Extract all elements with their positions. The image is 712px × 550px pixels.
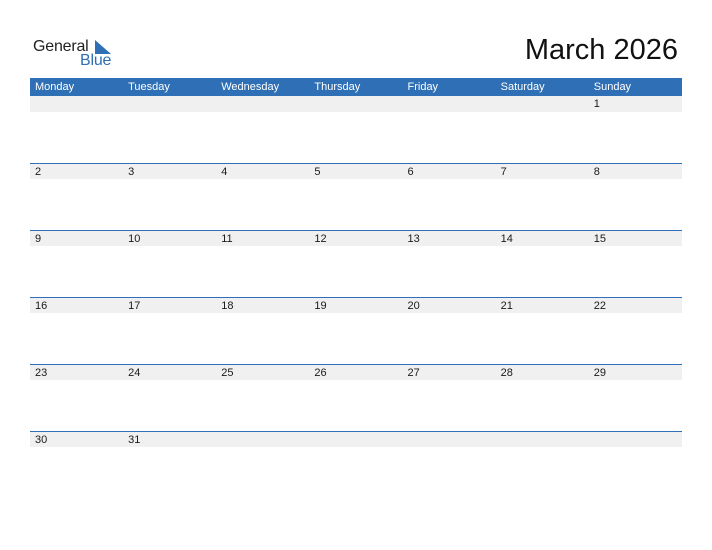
- weekday-monday: Monday: [35, 81, 75, 93]
- week-row-4: 16 17 18 19 20 21 22: [30, 297, 682, 364]
- day-cell[interactable]: 20: [402, 297, 496, 313]
- day-cell[interactable]: 9: [30, 230, 124, 246]
- day-cell[interactable]: [216, 96, 310, 112]
- day-cell[interactable]: 28: [495, 364, 589, 380]
- day-cell[interactable]: 22: [588, 297, 682, 313]
- day-cell[interactable]: [123, 96, 217, 112]
- weekday-sunday: Sunday: [593, 81, 632, 93]
- day-cell[interactable]: 8: [588, 163, 682, 179]
- day-cell[interactable]: 17: [123, 297, 217, 313]
- weekday-friday: Friday: [407, 81, 439, 93]
- day-cell[interactable]: 4: [216, 163, 310, 179]
- day-cell[interactable]: 24: [123, 364, 217, 380]
- day-cell[interactable]: 2: [30, 163, 124, 179]
- week-row-2: 2 3 4 5 6 7 8: [30, 163, 682, 230]
- day-cell[interactable]: [309, 431, 403, 447]
- day-cell[interactable]: 27: [402, 364, 496, 380]
- day-cell[interactable]: 15: [588, 230, 682, 246]
- day-cell[interactable]: 29: [588, 364, 682, 380]
- day-cell[interactable]: 14: [495, 230, 589, 246]
- day-cell[interactable]: 16: [30, 297, 124, 313]
- weekday-wednesday: Wednesday: [221, 81, 280, 93]
- day-cell[interactable]: 6: [402, 163, 496, 179]
- weekday-saturday: Saturday: [500, 81, 545, 93]
- week-row-3: 9 10 11 12 13 14 15: [30, 230, 682, 297]
- day-cell[interactable]: [495, 96, 589, 112]
- day-cell[interactable]: 7: [495, 163, 589, 179]
- day-cell[interactable]: [309, 96, 403, 112]
- day-cell[interactable]: 12: [309, 230, 403, 246]
- logo: General Blue: [33, 38, 123, 72]
- day-cell[interactable]: 30: [30, 431, 124, 447]
- day-cell[interactable]: [216, 431, 310, 447]
- page-title: March 2026: [524, 34, 678, 66]
- day-cell[interactable]: 1: [588, 96, 682, 112]
- week-row-1: 1: [30, 96, 682, 163]
- weekday-header: Monday Tuesday Wednesday Thursday Friday…: [30, 78, 682, 96]
- day-cell[interactable]: 3: [123, 163, 217, 179]
- day-cell[interactable]: 13: [402, 230, 496, 246]
- flag-icon: [95, 40, 111, 54]
- week-row-5: 23 24 25 26 27 28 29: [30, 364, 682, 431]
- day-cell[interactable]: 26: [309, 364, 403, 380]
- calendar: Monday Tuesday Wednesday Thursday Friday…: [30, 78, 682, 498]
- day-cell[interactable]: 23: [30, 364, 124, 380]
- day-cell[interactable]: 18: [216, 297, 310, 313]
- day-cell[interactable]: 25: [216, 364, 310, 380]
- day-cell[interactable]: 31: [123, 431, 217, 447]
- day-cell[interactable]: [30, 96, 124, 112]
- weekday-tuesday: Tuesday: [128, 81, 170, 93]
- day-cell[interactable]: 5: [309, 163, 403, 179]
- day-cell[interactable]: [495, 431, 589, 447]
- day-cell[interactable]: 11: [216, 230, 310, 246]
- day-cell[interactable]: 21: [495, 297, 589, 313]
- day-cell[interactable]: [402, 96, 496, 112]
- day-cell[interactable]: 19: [309, 297, 403, 313]
- day-cell[interactable]: [402, 431, 496, 447]
- week-row-6: 30 31: [30, 431, 682, 498]
- day-cell[interactable]: 10: [123, 230, 217, 246]
- day-cell[interactable]: [588, 431, 682, 447]
- weekday-thursday: Thursday: [314, 81, 361, 93]
